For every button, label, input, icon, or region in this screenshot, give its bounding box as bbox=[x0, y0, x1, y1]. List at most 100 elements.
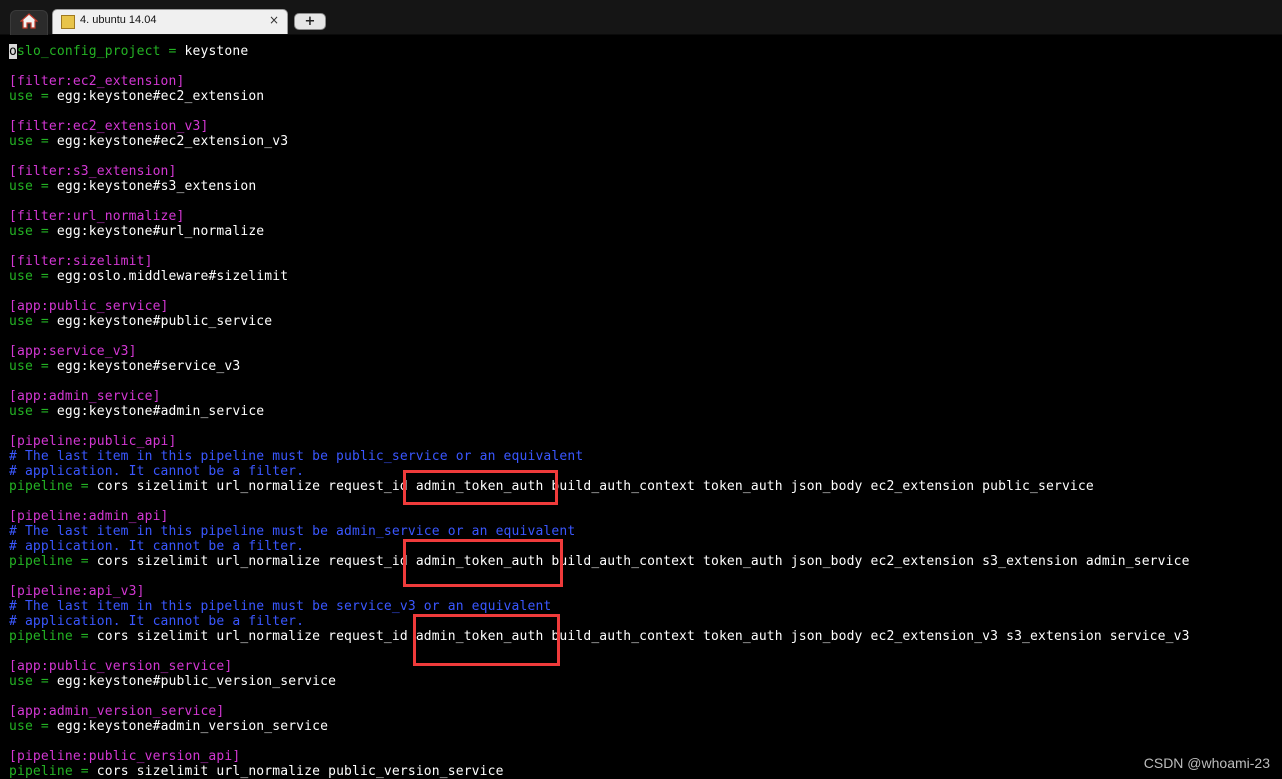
comment-text: # The last item in this pipeline must be… bbox=[9, 524, 576, 539]
setting-value: egg:keystone#service_v3 bbox=[56, 359, 241, 374]
config-section-line: [app:service_v3] bbox=[9, 344, 1282, 359]
tab-title: 4. ubuntu 14.04 bbox=[80, 14, 157, 26]
config-section-line: [filter:ec2_extension] bbox=[9, 74, 1282, 89]
home-tab[interactable] bbox=[10, 10, 48, 35]
setting-key: pipeline bbox=[9, 554, 73, 569]
setting-value: cors sizelimit url_normalize public_vers… bbox=[96, 764, 504, 779]
highlight-box-public-api bbox=[403, 470, 558, 505]
config-setting-line: use = egg:oslo.middleware#sizelimit bbox=[9, 269, 1282, 284]
section-header: [app:service_v3] bbox=[9, 344, 137, 359]
config-setting-line: use = egg:keystone#service_v3 bbox=[9, 359, 1282, 374]
setting-equals: = bbox=[32, 89, 57, 104]
watermark: CSDN @whoami-23 bbox=[1143, 755, 1270, 771]
config-comment-line: # The last item in this pipeline must be… bbox=[9, 599, 1282, 614]
section-header: [app:admin_version_service] bbox=[9, 704, 225, 719]
config-section-line: [pipeline:api_v3] bbox=[9, 584, 1282, 599]
setting-key: use bbox=[9, 359, 33, 374]
config-section-line: [filter:ec2_extension_v3] bbox=[9, 119, 1282, 134]
config-section-line: [filter:sizelimit] bbox=[9, 254, 1282, 269]
config-setting-line: use = egg:keystone#url_normalize bbox=[9, 224, 1282, 239]
new-tab-button[interactable]: + bbox=[294, 13, 326, 30]
comment-text: # The last item in this pipeline must be… bbox=[9, 599, 552, 614]
config-section-line: [app:admin_version_service] bbox=[9, 704, 1282, 719]
terminal-session-icon bbox=[61, 15, 75, 29]
terminal-output[interactable]: oslo_config_project = keystone [filter:ec… bbox=[9, 44, 1282, 779]
comment-text: # The last item in this pipeline must be… bbox=[9, 449, 584, 464]
setting-value: egg:keystone#admin_version_service bbox=[56, 719, 329, 734]
config-section-line: [filter:url_normalize] bbox=[9, 209, 1282, 224]
config-setting-line: oslo_config_project = keystone bbox=[9, 44, 1282, 59]
setting-key: pipeline bbox=[9, 764, 73, 779]
section-header: [app:admin_service] bbox=[9, 389, 161, 404]
config-setting-line: use = egg:keystone#ec2_extension bbox=[9, 89, 1282, 104]
setting-value: egg:keystone#admin_service bbox=[56, 404, 265, 419]
section-header: [pipeline:public_version_api] bbox=[9, 749, 241, 764]
setting-equals: = bbox=[72, 629, 97, 644]
setting-equals: = bbox=[32, 719, 57, 734]
section-header: [pipeline:api_v3] bbox=[9, 584, 145, 599]
setting-key: use bbox=[9, 89, 33, 104]
section-header: [app:public_service] bbox=[9, 299, 169, 314]
tab-ubuntu-session[interactable]: 4. ubuntu 14.04 × bbox=[52, 9, 288, 34]
home-icon bbox=[19, 12, 39, 34]
comment-text: # application. It cannot be a filter. bbox=[9, 464, 305, 479]
section-header: [filter:ec2_extension_v3] bbox=[9, 119, 209, 134]
setting-equals: = bbox=[32, 269, 57, 284]
setting-key: pipeline bbox=[9, 479, 73, 494]
section-header: [app:public_version_service] bbox=[9, 659, 233, 674]
setting-key: use bbox=[9, 404, 33, 419]
setting-equals: = bbox=[160, 44, 185, 59]
setting-key: pipeline bbox=[9, 629, 73, 644]
config-setting-line: pipeline = cors sizelimit url_normalize … bbox=[9, 479, 1282, 494]
setting-equals: = bbox=[72, 479, 97, 494]
config-comment-line: # application. It cannot be a filter. bbox=[9, 539, 1282, 554]
config-setting-line: use = egg:keystone#public_version_servic… bbox=[9, 674, 1282, 689]
setting-key: use bbox=[9, 674, 33, 689]
config-comment-line: # The last item in this pipeline must be… bbox=[9, 524, 1282, 539]
setting-key: use bbox=[9, 269, 33, 284]
setting-value: egg:oslo.middleware#sizelimit bbox=[56, 269, 289, 284]
section-header: [pipeline:public_api] bbox=[9, 434, 177, 449]
config-setting-line: pipeline = cors sizelimit url_normalize … bbox=[9, 554, 1282, 569]
config-setting-line: pipeline = cors sizelimit url_normalize … bbox=[9, 629, 1282, 644]
comment-text: # application. It cannot be a filter. bbox=[9, 614, 305, 629]
config-comment-line: # application. It cannot be a filter. bbox=[9, 614, 1282, 629]
config-section-line: [filter:s3_extension] bbox=[9, 164, 1282, 179]
setting-value: keystone bbox=[184, 44, 249, 59]
setting-value: cors sizelimit url_normalize request_id … bbox=[96, 629, 1190, 644]
setting-equals: = bbox=[32, 404, 57, 419]
setting-key: slo_config_project bbox=[16, 44, 161, 59]
setting-key: use bbox=[9, 134, 33, 149]
setting-equals: = bbox=[32, 674, 57, 689]
setting-value: egg:keystone#public_service bbox=[56, 314, 273, 329]
setting-value: egg:keystone#ec2_extension bbox=[56, 89, 265, 104]
highlight-box-admin-api bbox=[403, 539, 563, 587]
setting-value: egg:keystone#s3_extension bbox=[56, 179, 257, 194]
setting-equals: = bbox=[32, 224, 57, 239]
section-header: [filter:ec2_extension] bbox=[9, 74, 185, 89]
setting-value: cors sizelimit url_normalize request_id … bbox=[96, 554, 1190, 569]
setting-equals: = bbox=[32, 134, 57, 149]
setting-key: use bbox=[9, 224, 33, 239]
setting-key: use bbox=[9, 719, 33, 734]
setting-value: egg:keystone#public_version_service bbox=[56, 674, 337, 689]
setting-equals: = bbox=[32, 179, 57, 194]
close-icon[interactable]: × bbox=[269, 13, 279, 27]
section-header: [filter:url_normalize] bbox=[9, 209, 185, 224]
config-section-line: [app:public_version_service] bbox=[9, 659, 1282, 674]
config-setting-line: use = egg:keystone#s3_extension bbox=[9, 179, 1282, 194]
setting-key: use bbox=[9, 314, 33, 329]
setting-equals: = bbox=[72, 764, 97, 779]
highlight-box-api-v3 bbox=[413, 614, 560, 666]
